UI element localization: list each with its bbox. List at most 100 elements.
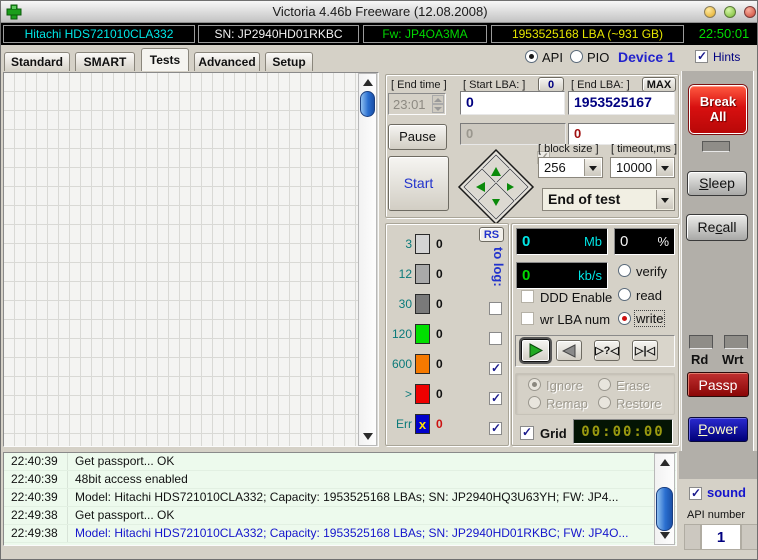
log-time: 22:49:38 (4, 525, 68, 542)
ddd-enable-checkbox[interactable] (521, 290, 534, 303)
log-time: 22:49:38 (4, 507, 68, 524)
timeout-value: 10000 (616, 160, 652, 175)
pio-radio-label: PIO (587, 50, 609, 65)
tab-setup[interactable]: Setup (265, 52, 313, 71)
after-test-dropdown-icon[interactable] (656, 190, 673, 209)
tab-tests[interactable]: Tests (141, 48, 189, 71)
back-button[interactable] (556, 340, 582, 361)
sound-checkbox[interactable] (689, 487, 702, 500)
play-button[interactable] (521, 339, 550, 362)
wr-lba-num-label: wr LBA num (540, 312, 610, 327)
hist-label-3: 3 (385, 234, 412, 254)
end-lba-input[interactable]: 1953525167 (568, 91, 675, 115)
pause-button[interactable]: Pause (388, 124, 447, 150)
close-button[interactable] (744, 6, 756, 18)
break-all-button[interactable]: Break All (689, 85, 747, 134)
seek-end-button[interactable]: ▷|◁ (632, 340, 658, 361)
log-scroll-down-icon[interactable] (656, 528, 673, 543)
to-log-checkbox-120[interactable] (489, 332, 502, 345)
seek-bad-icon: ▷?◁ (595, 345, 619, 357)
tab-advanced[interactable]: Advanced (194, 52, 260, 71)
after-test-value: End of test (548, 191, 620, 207)
window-right-edge (753, 71, 758, 479)
start-lba-zero-button[interactable]: 0 (538, 77, 564, 92)
hints-checkbox[interactable] (695, 50, 708, 63)
recall-button[interactable]: Recall (686, 214, 748, 241)
minimize-button[interactable] (704, 6, 716, 18)
clock: 22:50:01 (691, 26, 757, 42)
hist-count-err: 0 (436, 414, 443, 434)
elapsed-timer-lcd: 00:00:00 (573, 419, 673, 444)
grid-scrollbar[interactable] (358, 73, 377, 446)
passp-button[interactable]: Passp (687, 372, 749, 397)
timeout-combo[interactable]: 10000 (610, 157, 675, 178)
grid-scrollbar-thumb[interactable] (360, 91, 375, 117)
log-panel[interactable]: 22:40:39Get passport... OK 22:40:3948bit… (3, 452, 677, 546)
device-label: Device 1 (618, 49, 675, 65)
log-scrollbar-thumb[interactable] (656, 487, 673, 531)
verify-radio[interactable] (618, 264, 631, 277)
maximize-button[interactable] (724, 6, 736, 18)
hist-label-err: Err (385, 414, 412, 434)
tab-smart[interactable]: SMART (75, 52, 135, 71)
to-log-checkbox-gt[interactable] (489, 392, 502, 405)
surface-grid[interactable] (3, 72, 379, 447)
api-number-value[interactable]: 1 (701, 524, 741, 550)
grid-checkbox[interactable] (520, 426, 534, 440)
hist-count-12: 0 (436, 264, 443, 284)
err-x-icon: x (419, 417, 426, 432)
power-button[interactable]: Power (688, 417, 748, 442)
block-size-value: 256 (544, 160, 566, 175)
hist-count-600: 0 (436, 354, 443, 374)
max-button[interactable]: MAX (642, 77, 676, 92)
mb-lcd: 0 Mb (516, 228, 608, 255)
tab-standard[interactable]: Standard (4, 52, 70, 71)
grid-scroll-up-icon[interactable] (360, 75, 375, 90)
rd-led (689, 335, 713, 349)
log-scrollbar[interactable] (654, 453, 675, 545)
api-number-increment-button[interactable] (741, 524, 758, 550)
timeout-dropdown-icon[interactable] (656, 159, 673, 176)
to-log-checkbox-600[interactable] (489, 362, 502, 375)
api-radio[interactable] (525, 50, 538, 63)
rd-label: Rd (691, 352, 708, 367)
end-lba-label: [ End LBA: ] (571, 79, 630, 91)
log-time: 22:40:39 (4, 471, 68, 488)
read-radio-label: read (636, 288, 662, 303)
api-number-decrement-button[interactable] (684, 524, 701, 550)
lba-nav-diamond[interactable] (457, 148, 535, 226)
grid-scroll-down-icon[interactable] (360, 429, 375, 444)
start-lba-label: [ Start LBA: ] (463, 79, 525, 91)
busy-led (702, 141, 730, 152)
end-time-up-icon[interactable] (432, 95, 444, 104)
percent-lcd: 0 % (614, 228, 675, 255)
block-size-dropdown-icon[interactable] (584, 159, 601, 176)
start-lba-input[interactable]: 0 (460, 91, 565, 115)
drive-status-bar: Hitachi HDS721010CLA332 SN: JP2940HD01RK… (1, 23, 758, 45)
speed-lcd: 0 kb/s (516, 262, 608, 289)
seek-bad-button[interactable]: ▷?◁ (594, 340, 620, 361)
end-time-down-icon[interactable] (432, 104, 444, 113)
percent-value: 0 (620, 233, 628, 250)
block-size-combo[interactable]: 256 (538, 157, 603, 178)
read-radio[interactable] (618, 288, 631, 301)
to-log-checkbox-30[interactable] (489, 302, 502, 315)
restore-radio (598, 396, 611, 409)
play-icon (528, 343, 544, 358)
write-radio[interactable] (618, 312, 631, 325)
sleep-button[interactable]: Sleep (687, 171, 747, 196)
rs-button[interactable]: RS (479, 227, 504, 242)
start-button[interactable]: Start (388, 156, 449, 211)
pio-radio[interactable] (570, 50, 583, 63)
wr-lba-num-checkbox[interactable] (521, 312, 534, 325)
hist-label-30: 30 (385, 294, 412, 314)
log-scroll-up-icon[interactable] (656, 455, 673, 470)
error-count-input[interactable]: 0 (568, 123, 675, 145)
log-row: 22:40:39Model: Hitachi HDS721010CLA332; … (4, 489, 676, 507)
hist-count-gt: 0 (436, 384, 443, 404)
after-test-combo[interactable]: End of test (542, 188, 675, 211)
mb-value: 0 (522, 233, 530, 250)
to-log-checkbox-err[interactable] (489, 422, 502, 435)
end-time-spinner[interactable]: 23:01 (388, 93, 446, 115)
write-radio-label: write (635, 311, 664, 326)
